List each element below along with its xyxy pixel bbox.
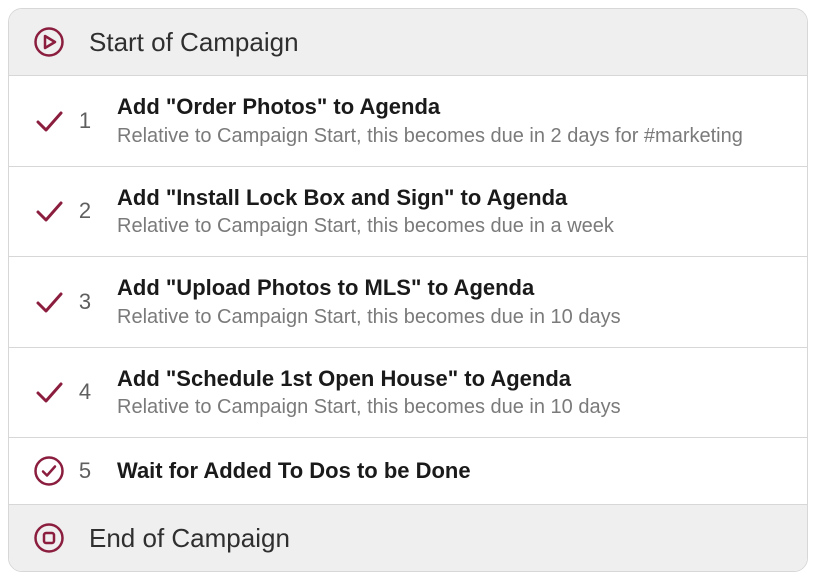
- step-number: 1: [67, 108, 99, 134]
- check-circle-icon: [31, 455, 67, 487]
- campaign-step[interactable]: 4 Add "Schedule 1st Open House" to Agend…: [9, 348, 807, 439]
- campaign-step[interactable]: 2 Add "Install Lock Box and Sign" to Age…: [9, 167, 807, 258]
- step-number: 3: [67, 289, 99, 315]
- step-content: Add "Install Lock Box and Sign" to Agend…: [99, 184, 785, 240]
- step-title: Add "Order Photos" to Agenda: [117, 93, 785, 121]
- campaign-step[interactable]: 5 Wait for Added To Dos to be Done: [9, 438, 807, 505]
- checkmark-icon: [31, 105, 67, 137]
- campaign-steps-list: Start of Campaign 1 Add "Order Photos" t…: [8, 8, 808, 572]
- step-number: 2: [67, 198, 99, 224]
- play-icon: [31, 26, 67, 58]
- checkmark-icon: [31, 195, 67, 227]
- step-title: Wait for Added To Dos to be Done: [117, 457, 785, 485]
- campaign-step[interactable]: 3 Add "Upload Photos to MLS" to Agenda R…: [9, 257, 807, 348]
- step-number: 4: [67, 379, 99, 405]
- step-subtitle: Relative to Campaign Start, this becomes…: [117, 123, 785, 149]
- campaign-end-footer: End of Campaign: [9, 505, 807, 571]
- step-title: Add "Schedule 1st Open House" to Agenda: [117, 365, 785, 393]
- step-number: 5: [67, 458, 99, 484]
- campaign-step[interactable]: 1 Add "Order Photos" to Agenda Relative …: [9, 76, 807, 167]
- step-content: Add "Order Photos" to Agenda Relative to…: [99, 93, 785, 149]
- checkmark-icon: [31, 376, 67, 408]
- step-title: Add "Upload Photos to MLS" to Agenda: [117, 274, 785, 302]
- campaign-start-header: Start of Campaign: [9, 9, 807, 76]
- step-content: Add "Upload Photos to MLS" to Agenda Rel…: [99, 274, 785, 330]
- step-subtitle: Relative to Campaign Start, this becomes…: [117, 394, 785, 420]
- step-content: Wait for Added To Dos to be Done: [99, 457, 785, 485]
- step-title: Add "Install Lock Box and Sign" to Agend…: [117, 184, 785, 212]
- header-title: Start of Campaign: [67, 27, 299, 58]
- footer-title: End of Campaign: [67, 523, 290, 554]
- step-subtitle: Relative to Campaign Start, this becomes…: [117, 213, 785, 239]
- step-subtitle: Relative to Campaign Start, this becomes…: [117, 304, 785, 330]
- checkmark-icon: [31, 286, 67, 318]
- step-content: Add "Schedule 1st Open House" to Agenda …: [99, 365, 785, 421]
- stop-icon: [31, 522, 67, 554]
